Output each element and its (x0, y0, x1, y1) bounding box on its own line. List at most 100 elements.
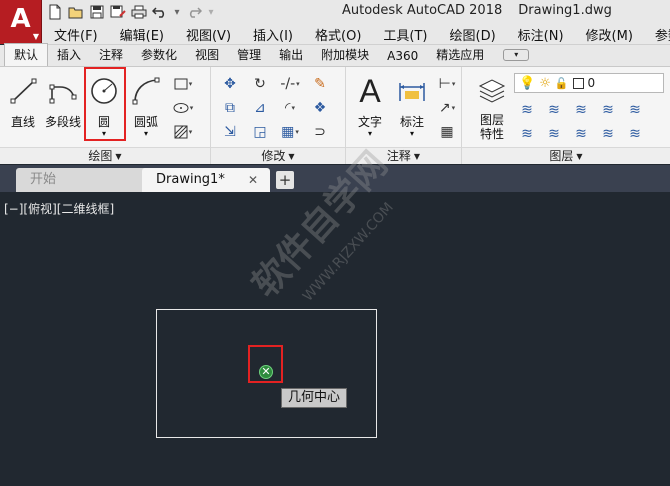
menu-file[interactable]: 文件(F) (42, 25, 109, 44)
layer-properties-icon (474, 73, 510, 109)
undo-icon[interactable] (151, 3, 169, 21)
offset-icon[interactable]: ⊃ (307, 121, 333, 143)
modify-panel-label: 修改 (261, 149, 286, 163)
close-icon[interactable]: ✕ (248, 168, 258, 192)
tab-output[interactable]: 输出 (270, 44, 312, 66)
tab-annotate[interactable]: 注释 (90, 44, 132, 66)
leader-icon[interactable]: ↗ ▾ (434, 97, 460, 119)
layer-properties-label-line1: 图层 (479, 113, 504, 127)
mirror-icon[interactable]: ⊿ (247, 97, 273, 119)
draw-small-tools: ▾ ▾ ▾ (170, 73, 196, 145)
new-tab-button[interactable]: + (276, 171, 294, 189)
redo-dropdown-icon[interactable]: ▾ (206, 7, 216, 18)
dimension-dropdown-icon[interactable]: ▾ (394, 130, 430, 138)
dimension-icon (394, 73, 430, 109)
layer-freeze-icon[interactable]: ≋ (568, 99, 594, 121)
autocad-logo-icon: A (10, 4, 31, 34)
geometric-center-snap-icon: ✕ (259, 365, 273, 379)
tab-addins[interactable]: 附加模块 (312, 44, 378, 66)
menu-draw[interactable]: 绘图(D) (439, 25, 507, 44)
fillet-icon[interactable]: ◜ ▾ (277, 97, 303, 119)
layer-thaw-icon[interactable]: ≋ (595, 123, 621, 145)
layer-off-icon[interactable]: ≋ (514, 99, 540, 121)
menu-format[interactable]: 格式(O) (304, 25, 372, 44)
document-tab-bar: 开始 Drawing1* ✕ + (0, 165, 670, 192)
modify-panel: ✥ ↻ -/- ▾ ✎ ⧉ ⊿ ◜ ▾ ❖ ⇲ ◲ ▦ ▾ ⊃ 修改 ▼ (211, 67, 346, 164)
linear-dimension-icon[interactable]: ⊢ ▾ (434, 73, 460, 95)
rotate-icon[interactable]: ↻ (247, 73, 273, 95)
table-icon[interactable]: ▦ (434, 121, 460, 143)
move-icon[interactable]: ✥ (217, 73, 243, 95)
tab-drawing1[interactable]: Drawing1* ✕ (142, 168, 270, 192)
tab-a360[interactable]: A360 (378, 47, 427, 66)
array-icon[interactable]: ▦ ▾ (277, 121, 303, 143)
tab-drawing1-label: Drawing1* (156, 172, 225, 187)
open-icon[interactable] (67, 3, 85, 21)
tab-view[interactable]: 视图 (186, 44, 228, 66)
ribbon-options-icon[interactable]: ▾ (503, 49, 530, 61)
menu-edit[interactable]: 编辑(E) (109, 25, 175, 44)
menu-dimension[interactable]: 标注(N) (507, 25, 575, 44)
scale-icon[interactable]: ◲ (247, 121, 273, 143)
menu-insert[interactable]: 插入(I) (242, 25, 304, 44)
undo-dropdown-icon[interactable]: ▾ (172, 7, 182, 18)
ellipse-icon[interactable]: ▾ (170, 97, 196, 119)
layer-isolate-icon[interactable]: ≋ (541, 99, 567, 121)
chevron-down-icon: ▼ (288, 151, 295, 161)
layer-unisolate-icon[interactable]: ≋ (568, 123, 594, 145)
print-icon[interactable] (130, 3, 148, 21)
arc-dropdown-icon[interactable]: ▾ (128, 130, 164, 138)
layers-panel-title[interactable]: 图层 ▼ (462, 147, 670, 164)
layer-current-icon[interactable]: ≋ (514, 123, 540, 145)
viewport-controls[interactable]: [−][俯视][二维线框] (4, 200, 114, 217)
circle-highlight-box (84, 67, 126, 141)
copy-icon[interactable]: ⧉ (217, 97, 243, 119)
text-dropdown-icon[interactable]: ▾ (352, 130, 388, 138)
line-button[interactable]: 直线 (6, 73, 40, 130)
tab-parametric[interactable]: 参数化 (132, 44, 186, 66)
tab-manage[interactable]: 管理 (228, 44, 270, 66)
tab-featured-apps[interactable]: 精选应用 (427, 44, 493, 66)
menu-view[interactable]: 视图(V) (175, 25, 242, 44)
redo-icon[interactable] (185, 3, 203, 21)
title-bar: ▾ ▾ Autodesk AutoCAD 2018 Drawing1.dwg (0, 0, 670, 24)
application-menu-button[interactable]: A ▼ (0, 0, 42, 44)
tab-start[interactable]: 开始 (16, 168, 148, 192)
annotation-panel: A 文字 ▾ 标注 ▾ ⊢ ▾ ↗ ▾ ▦ 注释 ▼ (346, 67, 462, 164)
trim-icon[interactable]: -/- ▾ (277, 73, 303, 95)
text-button[interactable]: A 文字 ▾ (352, 73, 388, 138)
dimension-button[interactable]: 标注 ▾ (394, 73, 430, 138)
layer-match-icon[interactable]: ≋ (622, 99, 648, 121)
menu-modify[interactable]: 修改(M) (575, 25, 644, 44)
layers-panel: 图层 特性 💡 ☼ 🔓 0 ≋ ≋ ≋ ≋ ≋ ≋ ≋ ≋ ≋ ≋ 图层 ▼ (462, 67, 670, 164)
menu-tools[interactable]: 工具(T) (372, 25, 438, 44)
ribbon-tab-bar: 默认 插入 注释 参数化 视图 管理 输出 附加模块 A360 精选应用 ▾ (0, 43, 670, 66)
polyline-button[interactable]: 多段线 (44, 73, 82, 130)
menu-parametric[interactable]: 参数(P) (644, 25, 670, 44)
layer-dropdown[interactable]: 💡 ☼ 🔓 0 (514, 73, 664, 93)
modify-panel-title[interactable]: 修改 ▼ (211, 147, 345, 164)
explode-icon[interactable]: ❖ (307, 97, 333, 119)
draw-panel-title[interactable]: 绘图 ▼ (0, 147, 210, 164)
tab-default[interactable]: 默认 (4, 43, 49, 66)
save-icon[interactable] (88, 3, 106, 21)
arc-icon (128, 73, 164, 109)
annotation-panel-label: 注释 (386, 149, 411, 163)
window-title: Autodesk AutoCAD 2018 Drawing1.dwg (342, 3, 612, 18)
modify-tools: ✥ ↻ -/- ▾ ✎ ⧉ ⊿ ◜ ▾ ❖ ⇲ ◲ ▦ ▾ ⊃ (217, 73, 337, 145)
dimension-label: 标注 (399, 115, 424, 129)
rectangle-icon[interactable]: ▾ (170, 73, 196, 95)
tab-insert[interactable]: 插入 (48, 44, 90, 66)
layer-unlock-icon[interactable]: ≋ (622, 123, 648, 145)
layer-properties-button[interactable]: 图层 特性 (474, 73, 510, 141)
annotation-panel-title[interactable]: 注释 ▼ (346, 147, 461, 164)
erase-icon[interactable]: ✎ (307, 73, 333, 95)
drawing-canvas[interactable]: [−][俯视][二维线框] ✕ 几何中心 (0, 192, 670, 486)
save-as-icon[interactable] (109, 3, 127, 21)
layer-lock-icon[interactable]: ≋ (595, 99, 621, 121)
new-icon[interactable] (46, 3, 64, 21)
layer-copy-icon[interactable]: ≋ (541, 123, 567, 145)
stretch-icon[interactable]: ⇲ (217, 121, 243, 143)
hatch-icon[interactable]: ▾ (170, 121, 196, 143)
arc-button[interactable]: 圆弧 ▾ (128, 73, 164, 138)
